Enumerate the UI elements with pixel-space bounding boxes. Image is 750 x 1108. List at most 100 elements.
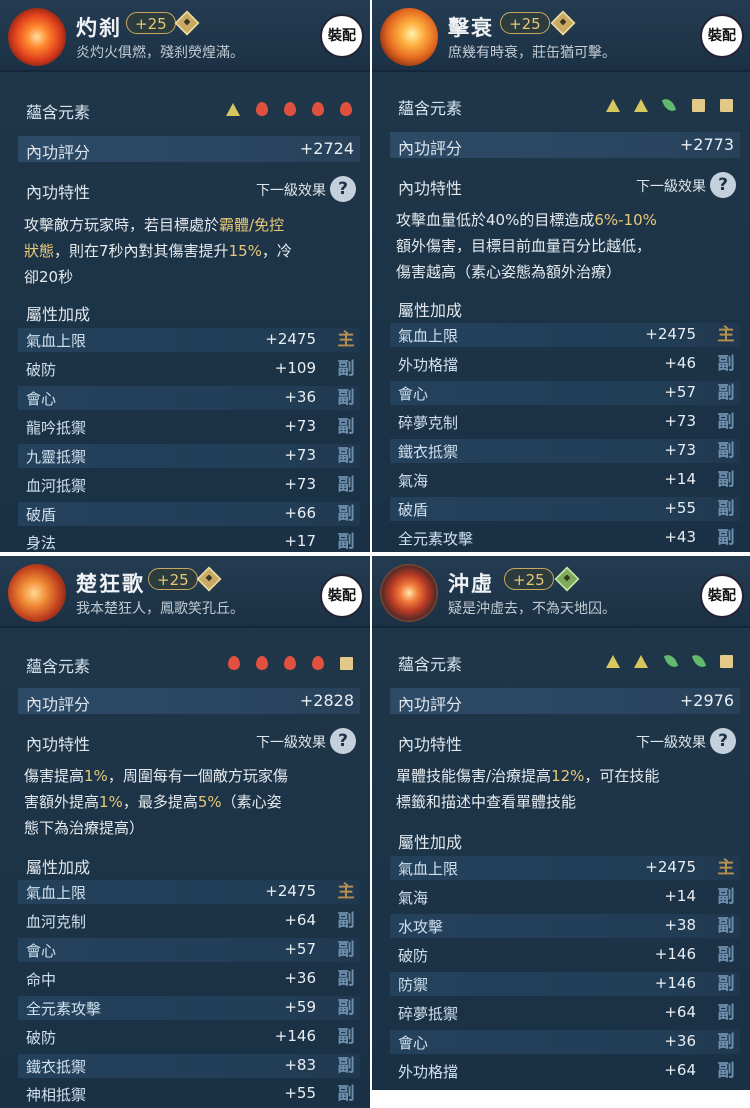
stat-row: 氣海 +14 副 [390, 468, 740, 492]
stat-name: 氣血上限 [26, 332, 87, 350]
sub-stat-badge: 副 [717, 1061, 735, 1081]
next-level-effect-link[interactable]: 下一級效果 [256, 732, 326, 752]
sub-stat-badge: 副 [717, 528, 735, 548]
stat-name: 命中 [26, 971, 57, 989]
next-level-effect-link[interactable]: 下一級效果 [256, 180, 326, 200]
next-level-effect-link[interactable]: 下一級效果 [636, 176, 706, 196]
stat-name: 氣海 [398, 889, 429, 907]
stat-name: 碎夢抵禦 [398, 1005, 459, 1023]
stat-value: +36 [664, 1032, 696, 1050]
equip-button[interactable]: 裝配 [320, 14, 364, 58]
stat-value: +43 [664, 528, 696, 546]
sub-stat-badge: 副 [337, 1056, 355, 1076]
trait-description: 攻擊血量低於40%的目標造成6%-10% 額外傷害，目標目前血量百分比越低， 傷害越… [396, 211, 657, 281]
stat-row: 命中 +36 副 [18, 967, 360, 991]
equip-button[interactable]: 裝配 [700, 14, 744, 58]
stat-row: 防禦 +146 副 [390, 972, 740, 996]
stat-row: 鐵衣抵禦 +73 副 [390, 439, 740, 463]
sub-stat-badge: 副 [337, 940, 355, 960]
elements-row: 蘊含元素 [390, 92, 740, 118]
elements-label: 蘊含元素 [398, 655, 463, 674]
skill-card-chong-xu: 沖虛 +25 疑是沖虛去，不為天地囚。 裝配 蘊含元素 內功評分 +2976 內… [372, 556, 750, 1090]
stat-row: 會心 +36 副 [390, 1030, 740, 1054]
stat-name: 氣血上限 [398, 860, 459, 878]
skill-card-ji-shuai: 擊衰 +25 庶幾有時衰，莊缶猶可擊。 裝配 蘊含元素 內功評分 +2773 內… [372, 0, 750, 552]
equip-button[interactable]: 裝配 [700, 574, 744, 618]
trait-label: 內功特性 [26, 183, 91, 202]
help-icon[interactable]: ? [710, 728, 736, 754]
earth-element-icon [634, 655, 648, 668]
attributes-header: 屬性加成 [18, 298, 360, 324]
stat-row: 血河抵禦 +73 副 [18, 473, 360, 497]
main-stat-badge: 主 [337, 882, 355, 902]
stat-row: 氣血上限 +2475 主 [18, 880, 360, 904]
stat-value: +55 [284, 1084, 316, 1102]
stat-name: 碎夢克制 [398, 414, 459, 432]
sub-stat-badge: 副 [337, 359, 355, 379]
next-level-effect-link[interactable]: 下一級效果 [636, 732, 706, 752]
skill-card-chu-kuang-ge: 楚狂歌 +25 我本楚狂人，鳳歌笑孔丘。 裝配 蘊含元素 內功評分 +2828 … [0, 556, 370, 1108]
score-label: 內功評分 [398, 695, 463, 714]
main-stat-badge: 主 [337, 330, 355, 350]
sub-stat-badge: 副 [337, 388, 355, 408]
card-subtitle: 我本楚狂人，鳳歌笑孔丘。 [76, 601, 244, 617]
card-title: 楚狂歌 [76, 572, 145, 596]
stat-value: +17 [284, 532, 316, 550]
flaming-scroll-emblem-icon [8, 564, 66, 622]
score-label: 內功評分 [26, 695, 91, 714]
stat-name: 防禦 [398, 976, 429, 994]
stat-value: +64 [664, 1061, 696, 1079]
fire-element-icon [256, 102, 268, 116]
stat-value: +83 [284, 1056, 316, 1074]
stat-row: 會心 +57 副 [18, 938, 360, 962]
metal-element-icon [720, 655, 733, 668]
stat-name: 全元素攻擊 [26, 1000, 102, 1018]
score-row: 內功評分 +2828 [18, 688, 360, 714]
sub-stat-badge: 副 [717, 1032, 735, 1052]
stat-name: 外功格擋 [398, 356, 459, 374]
sub-stat-badge: 副 [717, 945, 735, 965]
stat-name: 會心 [398, 1034, 429, 1052]
trait-row: 內功特性 下一級效果 ? [390, 172, 740, 198]
help-icon[interactable]: ? [710, 172, 736, 198]
element-icons [220, 100, 360, 118]
stat-name: 氣血上限 [26, 884, 87, 902]
sub-stat-badge: 副 [717, 383, 735, 403]
score-row: 內功評分 +2976 [390, 688, 740, 714]
score-row: 內功評分 +2724 [18, 136, 360, 162]
attributes-label: 屬性加成 [398, 833, 463, 852]
stat-name: 破盾 [398, 501, 429, 519]
stat-row: 氣血上限 +2475 主 [18, 328, 360, 352]
main-stat-badge: 主 [717, 858, 735, 878]
sub-stat-badge: 副 [337, 504, 355, 524]
sub-stat-badge: 副 [717, 441, 735, 461]
stat-name: 會心 [26, 942, 57, 960]
attributes-label: 屬性加成 [26, 305, 91, 324]
score-label: 內功評分 [398, 139, 463, 158]
sub-stat-badge: 副 [337, 417, 355, 437]
fire-element-icon [256, 656, 268, 670]
stat-name: 血河抵禦 [26, 477, 87, 495]
sub-stat-badge: 副 [337, 1084, 355, 1104]
help-icon[interactable]: ? [330, 176, 356, 202]
flaming-sword-emblem-icon [380, 8, 438, 66]
card-title: 擊衰 [448, 16, 494, 40]
glowing-orb-emblem-icon [380, 564, 438, 622]
stat-name: 破防 [26, 1029, 57, 1047]
stat-row: 氣血上限 +2475 主 [390, 323, 740, 347]
stat-row: 破盾 +66 副 [18, 502, 360, 526]
equip-button[interactable]: 裝配 [320, 574, 364, 618]
help-icon[interactable]: ? [330, 728, 356, 754]
trait-description: 傷害提高1%，周圍每有一個敵方玩家傷 害額外提高1%，最多提高5%（素心姿 態下為治… [24, 767, 288, 837]
earth-element-icon [226, 103, 240, 116]
sub-stat-badge: 副 [717, 887, 735, 907]
stat-row: 血河克制 +64 副 [18, 909, 360, 933]
stat-value: +146 [274, 1027, 316, 1045]
stat-name: 身法 [26, 534, 57, 552]
stat-name: 神相抵禦 [26, 1086, 87, 1104]
fire-element-icon [312, 656, 324, 670]
sub-stat-badge: 副 [337, 998, 355, 1018]
trait-row: 內功特性 下一級效果 ? [18, 728, 360, 754]
stat-row: 破防 +146 副 [390, 943, 740, 967]
attributes-label: 屬性加成 [26, 858, 91, 877]
